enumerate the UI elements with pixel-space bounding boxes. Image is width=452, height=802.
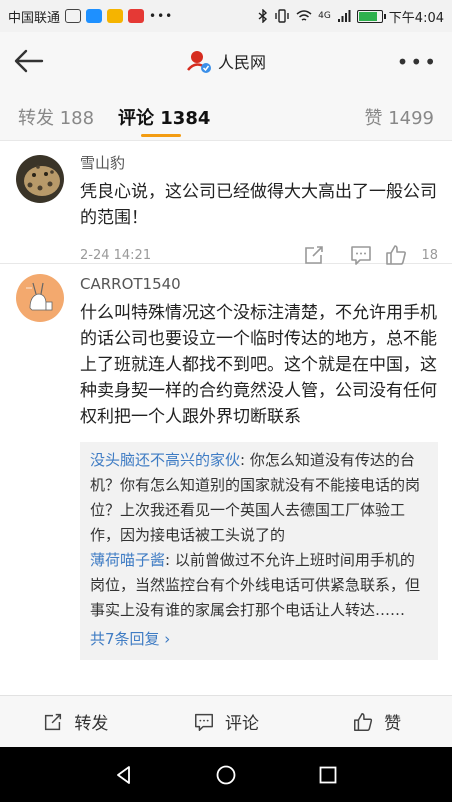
tab-bar: 转发 188 评论 1384 赞 1499: [0, 90, 452, 140]
app-notification-icon: [107, 9, 124, 23]
comment-label: 评论: [225, 714, 259, 734]
view-all-replies-link[interactable]: 共7条回复 ›: [90, 627, 428, 652]
comment-list[interactable]: 雪山豹 凭良心说，这公司已经做得大大高出了一般公司的范围！ 2-24 14:21…: [0, 140, 452, 695]
comment-username[interactable]: CARROT1540: [80, 274, 438, 294]
nav-home-icon[interactable]: [215, 764, 237, 786]
app-notification-icon: [128, 9, 145, 23]
reply-item: 没头脑还不高兴的家伙: 你怎么知道没有传达的台机？你有怎么知道别的国家就没有不能…: [90, 448, 428, 548]
network-type-label: 4G: [318, 11, 331, 21]
nav-recents-icon[interactable]: [317, 764, 339, 786]
nav-bar: 人民网 •••: [0, 32, 452, 90]
wifi-icon: [296, 10, 312, 21]
reply-author[interactable]: 没头脑还不高兴的家伙: [90, 451, 240, 469]
repost-button[interactable]: 转发: [0, 696, 151, 747]
status-bar: 中国联通 ••• 4G 下午4:04: [0, 0, 452, 32]
vibrate-icon: [275, 9, 289, 23]
comment-item: CARROT1540 什么叫特殊情况这个没标注清楚，不允许用手机的话公司也要设立…: [0, 264, 452, 660]
active-tab-indicator: [141, 134, 181, 137]
bluetooth-icon: [258, 9, 268, 23]
battery-icon: [356, 9, 386, 23]
comment-text: 凭良心说，这公司已经做得大大高出了一般公司的范围！: [80, 182, 437, 228]
comment-time: 2-24 14:21: [80, 248, 152, 263]
comment-icon: [195, 713, 213, 731]
tab-reposts[interactable]: 转发 188: [18, 104, 94, 130]
comment-username[interactable]: 雪山豹: [80, 153, 438, 173]
like-button[interactable]: 赞: [301, 696, 452, 747]
reply-thread[interactable]: 没头脑还不高兴的家伙: 你怎么知道没有传达的台机？你有怎么知道别的国家就没有不能…: [80, 442, 438, 660]
nav-back-icon[interactable]: [113, 764, 135, 786]
app-notification-icon: [86, 9, 103, 23]
repost-label: 转发: [74, 714, 109, 734]
clock: 下午4:04: [388, 10, 444, 26]
more-options-icon[interactable]: •••: [397, 50, 438, 74]
avatar[interactable]: [16, 155, 64, 203]
comment-button[interactable]: 评论: [151, 696, 302, 747]
account-name[interactable]: 人民网: [218, 49, 266, 73]
like-count: 18: [421, 248, 438, 263]
comment-text: 什么叫特殊情况这个没标注清楚，不允许用手机的话公司也要设立一个临时传达的地方，总…: [80, 303, 437, 427]
reply-item: 薄荷喵子酱: 以前曾做过不允许上班时间用手机的岗位，当然监控台有个外线电话可供紧…: [90, 548, 428, 623]
comment-item: 雪山豹 凭良心说，这公司已经做得大大高出了一般公司的范围！ 2-24 14:21…: [0, 141, 452, 265]
tab-likes[interactable]: 赞 1499: [364, 104, 434, 130]
people-daily-logo: [186, 48, 212, 74]
system-nav-bar: [0, 747, 452, 802]
like-label: 赞: [384, 714, 402, 734]
app-notification-icon: [65, 9, 82, 23]
tab-comments[interactable]: 评论 1384: [118, 104, 210, 130]
signal-icon: [337, 10, 351, 22]
more-notifications-icon: •••: [149, 9, 174, 23]
reply-author[interactable]: 薄荷喵子酱: [90, 551, 165, 569]
bottom-action-bar: 转发 评论 赞: [0, 695, 452, 747]
like-icon: [354, 712, 373, 731]
carrier-label: 中国联通: [8, 10, 61, 26]
avatar[interactable]: [16, 274, 64, 322]
repost-icon: [45, 713, 62, 730]
